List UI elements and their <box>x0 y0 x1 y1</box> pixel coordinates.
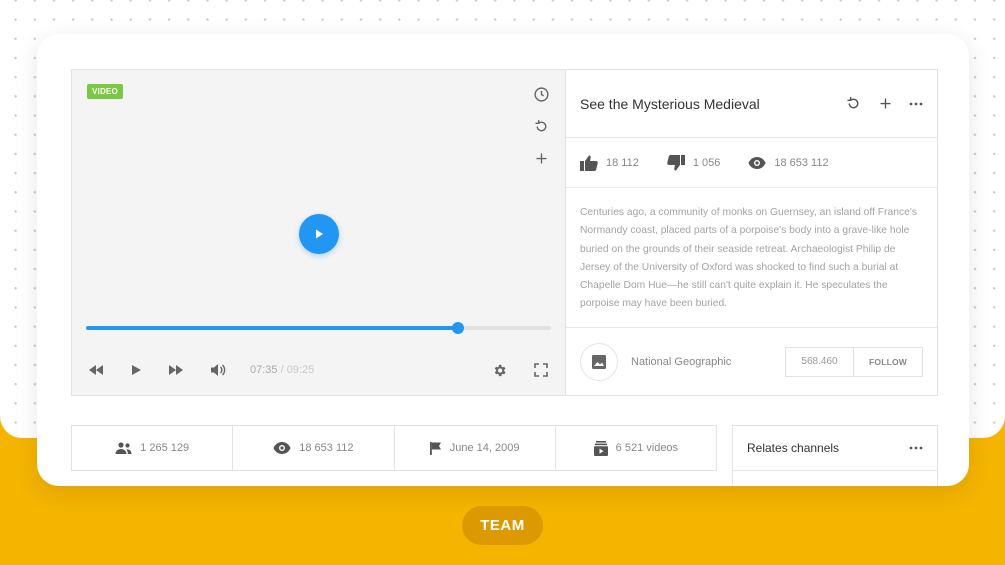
player-side-actions <box>531 84 551 168</box>
eye-icon <box>748 156 766 169</box>
total-views-count: 18 653 112 <box>299 442 354 454</box>
video-badge: VIDEO <box>87 84 123 99</box>
player-controls: 07:35 / 09:25 <box>86 360 551 380</box>
joined-date: June 14, 2009 <box>449 442 520 454</box>
thumb-up-icon <box>580 155 598 171</box>
video-info-panel: See the Mysterious Medieval 18 112 1 056… <box>566 70 937 395</box>
channel-stats-bar: 1 265 129 18 653 112 June 14, 2009 6 521… <box>71 425 717 471</box>
video-description: Centuries ago, a community of monks on G… <box>566 188 937 328</box>
channel-row: National Geographic 568.460 FOLLOW <box>566 328 937 395</box>
videos-stat: 6 521 videos <box>556 426 716 470</box>
clock-icon[interactable] <box>531 84 551 104</box>
follow-button[interactable]: FOLLOW <box>854 348 922 376</box>
joined-stat: June 14, 2009 <box>395 426 556 470</box>
related-title: Relates channels <box>747 441 840 455</box>
more-icon[interactable] <box>909 446 923 450</box>
gear-icon[interactable] <box>489 360 509 380</box>
info-header: See the Mysterious Medieval <box>566 70 937 138</box>
play-small-icon[interactable] <box>126 360 146 380</box>
likes-count: 18 112 <box>606 156 639 169</box>
views-count: 18 653 112 <box>774 156 829 169</box>
total-time: / 09:25 <box>280 364 315 376</box>
eye-icon <box>273 442 291 454</box>
related-header: Relates channels <box>733 426 937 471</box>
views-stat: 18 653 112 <box>748 156 829 169</box>
channel-avatar[interactable] <box>580 342 618 381</box>
video-title: See the Mysterious Medieval <box>580 95 760 112</box>
total-views-stat: 18 653 112 <box>233 426 395 470</box>
progress-knob[interactable] <box>452 322 464 334</box>
time-display: 07:35 / 09:25 <box>250 364 314 376</box>
flag-icon <box>429 441 441 455</box>
fullscreen-icon[interactable] <box>531 360 551 380</box>
volume-icon[interactable] <box>208 360 228 380</box>
plus-icon[interactable] <box>531 148 551 168</box>
fast-forward-icon[interactable] <box>166 360 186 380</box>
header-actions <box>845 95 923 112</box>
thumb-down-icon <box>667 154 685 170</box>
plus-icon[interactable] <box>878 96 893 111</box>
progress-fill <box>86 326 458 330</box>
dislikes-count: 1 056 <box>692 156 721 169</box>
current-time: 07:35 <box>250 364 278 376</box>
related-channels-panel: Relates channels <box>732 425 938 486</box>
follower-count: 568.460 <box>786 347 854 376</box>
subscribers-count: 1 265 129 <box>140 442 190 454</box>
channel-name[interactable]: National Geographic <box>631 356 731 368</box>
follow-group: 568.460 FOLLOW <box>785 346 923 377</box>
replay-icon[interactable] <box>845 95 862 112</box>
video-player: VIDEO 07:35 / 09:25 <box>72 70 566 395</box>
video-stack-icon <box>593 440 608 456</box>
video-section: VIDEO 07:35 / 09:25 See the Mysterious M… <box>71 69 938 396</box>
videos-count: 6 521 videos <box>615 442 679 454</box>
play-button[interactable] <box>299 214 339 254</box>
video-card: VIDEO 07:35 / 09:25 See the Mysterious M… <box>37 34 969 486</box>
progress-bar[interactable] <box>86 322 551 334</box>
play-icon <box>316 229 323 239</box>
more-icon[interactable] <box>909 102 923 106</box>
rewind-icon[interactable] <box>86 360 106 380</box>
subscribers-stat: 1 265 129 <box>72 426 234 470</box>
video-stats: 18 112 1 056 18 653 112 <box>566 138 937 188</box>
replay-icon[interactable] <box>531 116 551 136</box>
team-button[interactable]: TEAM <box>462 506 543 545</box>
image-icon <box>592 354 606 369</box>
dislikes-stat[interactable]: 1 056 <box>667 154 721 171</box>
player-right-controls <box>489 360 551 380</box>
people-icon <box>115 442 132 454</box>
likes-stat[interactable]: 18 112 <box>580 155 639 171</box>
